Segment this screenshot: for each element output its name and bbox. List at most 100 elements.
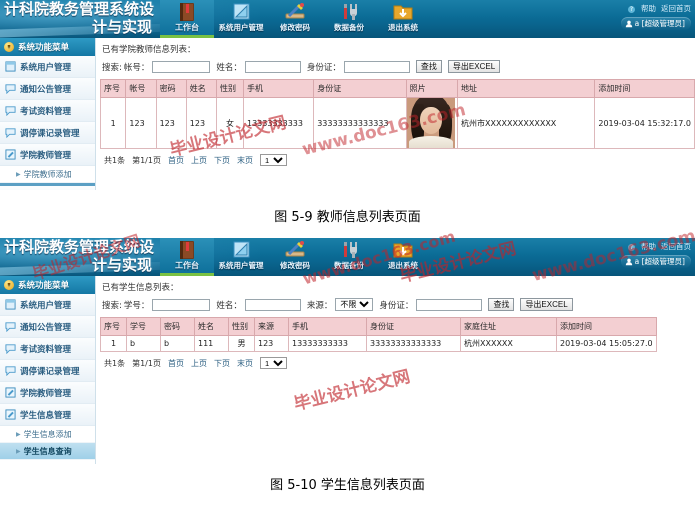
idcard-label: 身份证： [306,62,341,73]
cell-index: 1 [99,97,127,149]
nav-label-system-user-mgmt: 系统用户管理 [218,261,264,270]
col-address: 地址 [457,79,596,98]
sidebar-item-system-user-mgmt[interactable]: 系统用户管理 [0,294,95,316]
pager-jump-select[interactable]: 1 [259,154,287,166]
nav-item-system-user-mgmt[interactable]: 系统用户管理 [214,238,268,276]
pager-next[interactable]: 下页 [214,155,230,166]
teacher-main-content: 已有学院教师信息列表： 搜索: 帐号： 姓名： 身份证： 查找 导出EXCEL [96,38,695,190]
find-button[interactable]: 查找 [488,298,515,311]
sidebar-item-teacher-mgmt[interactable]: 学院教师管理 [0,144,95,166]
help-link[interactable]: 帮助 [641,242,656,251]
sidebar-label: 系统用户管理 [20,62,72,73]
name-input[interactable] [244,60,301,73]
student-table: 序号 学号 密码 姓名 性别 来源 手机 身份证 家庭住址 添加时间 1 b b… [100,317,657,352]
sidebar-item-student-mgmt[interactable]: 学生信息管理 [0,404,95,426]
teacher-search-bar: 搜索: 帐号： 姓名： 身份证： 查找 导出EXCEL [102,60,695,73]
nav-item-system-user-mgmt[interactable]: 系统用户管理 [214,0,268,38]
account-input[interactable] [152,60,211,73]
figure-caption-5-9: 图 5-9 教师信息列表页面 [274,210,421,225]
home-link[interactable]: 返回首页 [661,242,691,251]
sidebar-item-student-mgmt[interactable]: 学生信息管理 [0,186,95,190]
source-select[interactable]: 不限 [335,298,374,311]
idcard-input[interactable] [416,298,483,311]
col-gender: 性别 [216,79,244,98]
col-name: 姓名 [185,79,218,98]
search-prefix-label: 搜索: [102,62,122,73]
sidebar-item-teacher-mgmt[interactable]: 学院教师管理 [0,382,95,404]
help-link[interactable]: 帮助 [641,4,656,13]
book-icon [175,2,199,23]
teacher-list-window: 计科院教务管理系统设 计与实现 工作台 系统用户管理 修改密码 数据备份 退出系… [0,0,695,190]
edit-icon [5,149,16,160]
user-badge[interactable]: a [超级管理员] [620,17,691,30]
chevron-down-icon: ▾ [4,42,14,52]
nav-item-data-backup[interactable]: 数据备份 [322,238,376,276]
idcard-input[interactable] [343,60,410,73]
name-input[interactable] [244,298,301,311]
teacher-list-title: 已有学院教师信息列表： [102,45,196,55]
sidebar-item-notice-mgmt[interactable]: 通知公告管理 [0,316,95,338]
table-row[interactable]: 1 b b 111 男 123 13333333333 333333333333… [100,335,657,352]
pager-last[interactable]: 末页 [237,155,253,166]
find-button[interactable]: 查找 [415,60,442,73]
nav-item-workbench[interactable]: 工作台 [160,238,214,276]
pager-prev[interactable]: 上页 [191,155,207,166]
user-badge[interactable]: a [超级管理员] [620,255,691,268]
nav-item-logout[interactable]: 退出系统 [376,0,430,38]
sidebar-label: 调停课记录管理 [20,366,80,377]
col-index: 序号 [99,79,127,98]
cell-account: 123 [125,97,157,149]
cell-home-address: 杭州XXXXXX [460,335,557,352]
app-brand-title: 计科院教务管理系统设 计与实现 [4,0,164,38]
sidebar-item-system-user-mgmt[interactable]: 系统用户管理 [0,56,95,78]
student-app-body: ▾ 系统功能菜单 系统用户管理 通知公告管理 考试资料管理 调停课记录管理 学院… [0,276,695,464]
sno-input[interactable] [152,298,211,311]
pager-last[interactable]: 末页 [237,358,253,369]
nav-item-data-backup[interactable]: 数据备份 [322,0,376,38]
sidebar-item-class-change-mgmt[interactable]: 调停课记录管理 [0,360,95,382]
sidebar-student: ▾ 系统功能菜单 系统用户管理 通知公告管理 考试资料管理 调停课记录管理 学院… [0,276,96,464]
sidebar-item-exam-material-mgmt[interactable]: 考试资料管理 [0,100,95,122]
brand-line-2: 计与实现 [91,256,152,274]
screwdriver-wrench-icon [337,240,361,261]
sidebar-subitem-student-query[interactable]: ▶ 学生信息查询 [0,443,95,460]
nav-item-logout[interactable]: 退出系统 [376,238,430,276]
table-row[interactable]: 1 123 123 123 女 13333333333 333333333333… [99,97,695,149]
pager-first[interactable]: 首页 [168,155,184,166]
pencil-ruler-icon [283,240,307,261]
sidebar-label: 学院教师管理 [20,388,72,399]
nav-item-change-password[interactable]: 修改密码 [268,238,322,276]
pager-prev[interactable]: 上页 [191,358,207,369]
pager-next[interactable]: 下页 [214,358,230,369]
cell-source: 123 [254,335,289,352]
comment-icon [5,83,16,95]
col-gender: 性别 [228,317,255,336]
home-link[interactable]: 返回首页 [661,4,691,13]
sidebar-title: ▾ 系统功能菜单 [0,38,95,56]
pager-first[interactable]: 首页 [168,358,184,369]
book-icon [175,240,199,261]
sidebar-label: 考试资料管理 [20,344,72,355]
export-excel-button[interactable]: 导出EXCEL [447,60,501,73]
header-right-area: ? 帮助 返回首页 a [超级管理员] [620,3,691,31]
sidebar-subitem-teacher-add[interactable]: ▶ 学院教师添加 [0,166,95,183]
teacher-pager: 共1条 第1/1页 首页 上页 下页 末页 1 [104,154,695,166]
nav-item-change-password[interactable]: 修改密码 [268,0,322,38]
header-links: ? 帮助 返回首页 [621,241,691,252]
pager-jump-select[interactable]: 1 [259,357,287,369]
sidebar-item-class-change-mgmt[interactable]: 调停课记录管理 [0,122,95,144]
sidebar-item-exam-material-mgmt[interactable]: 考试资料管理 [0,338,95,360]
nav-item-workbench[interactable]: 工作台 [160,0,214,38]
teacher-table-header-row: 序号 帐号 密码 姓名 性别 手机 身份证 照片 地址 添加时间 [99,79,695,98]
col-password: 密码 [155,79,187,98]
cell-idcard: 33333333333333 [313,97,407,149]
name-label: 姓名： [216,300,242,311]
sidebar-item-notice-mgmt[interactable]: 通知公告管理 [0,78,95,100]
col-added-time: 添加时间 [556,317,657,336]
col-photo: 照片 [405,79,459,98]
teacher-table: 序号 帐号 密码 姓名 性别 手机 身份证 照片 地址 添加时间 1 123 1… [99,79,695,149]
sidebar-subitem-student-add[interactable]: ▶ 学生信息添加 [0,426,95,443]
export-excel-button[interactable]: 导出EXCEL [520,298,573,311]
window-icon [5,299,16,310]
edit-icon [5,387,16,398]
